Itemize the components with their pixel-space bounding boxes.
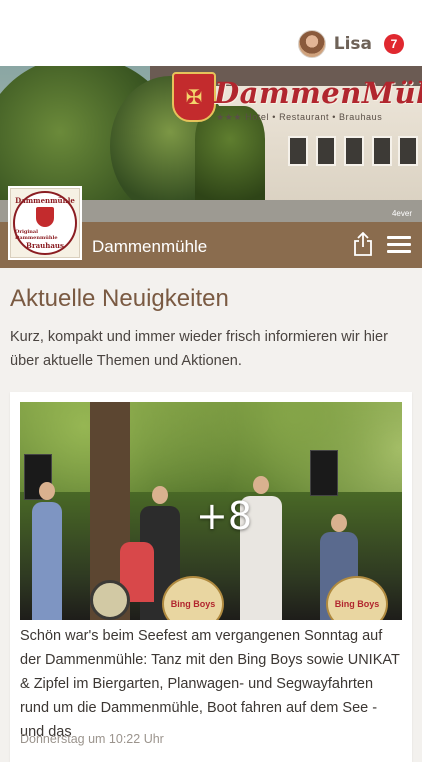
share-icon[interactable] [352,232,374,256]
user-name[interactable]: Lisa [334,34,372,54]
brand-name: Dammenmühle [92,237,208,256]
hamburger-menu-icon[interactable] [387,236,411,254]
page-title: Aktuelle Neuigkeiten [10,285,229,312]
intro-text: Kurz, kompakt und immer wieder frisch in… [10,329,388,369]
top-bar: Lisa 7 [0,0,422,66]
speaker-icon [310,450,338,496]
hero-subtitle: ★★★ Hotel • Restaurant • Brauhaus [216,112,383,122]
photo-credit: 4ever [391,209,412,218]
drum-logo: Bing Boys [326,576,388,620]
hero-title: DammenMühle [214,76,422,110]
avatar[interactable] [297,30,326,58]
notification-badge[interactable]: 7 [384,34,404,54]
news-post-card[interactable]: Bing Boys Bing Boys +8 Schön war's beim … [10,392,412,762]
post-text: Schön war's beim Seefest am vergangenen … [20,628,400,740]
post-photo[interactable]: Bing Boys Bing Boys +8 [20,402,402,620]
logo-crest-icon [36,207,54,227]
user-profile[interactable]: Lisa 7 [297,30,404,58]
post-date: Donnerstag um 10:22 Uhr [20,732,164,746]
brand-logo[interactable]: Dammenmühle Original Dammenmühle Brauhau… [10,188,80,258]
crest-icon: ✠ [172,72,216,122]
more-images-count[interactable]: +8 [196,494,252,538]
drum-logo: Bing Boys [162,576,224,620]
